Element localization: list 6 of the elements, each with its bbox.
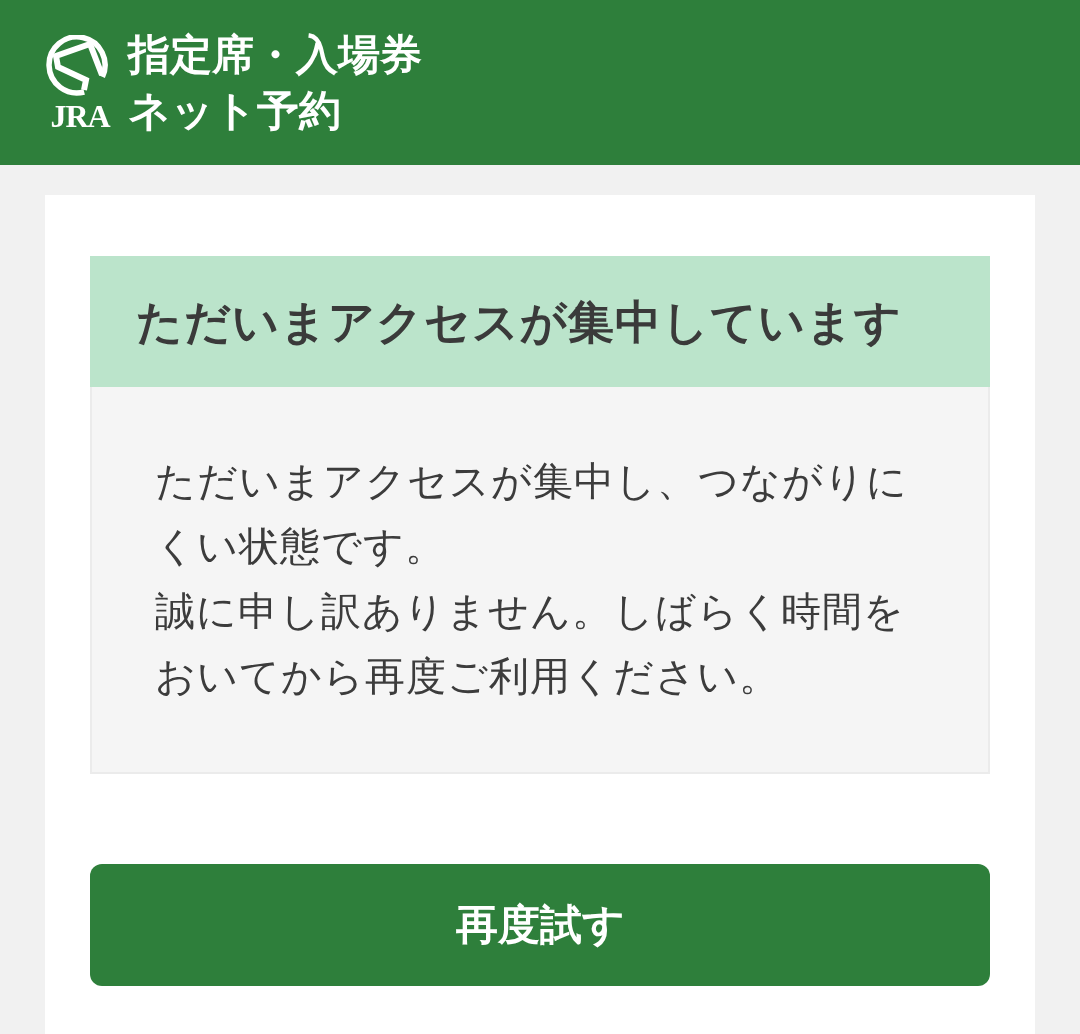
notice-heading: ただいまアクセスが集中しています: [136, 293, 902, 350]
app-title: 指定席・入場券 ネット予約: [128, 28, 422, 137]
message-text: ただいまアクセスが集中し、つながりにくい状態です。: [155, 457, 909, 571]
logo-text: JRA: [50, 100, 110, 131]
message-text: 誠に申し訳ありません。しばらく時間をおいてから再度ご利用ください。: [155, 587, 906, 701]
retry-button[interactable]: 再度試す: [90, 864, 990, 986]
